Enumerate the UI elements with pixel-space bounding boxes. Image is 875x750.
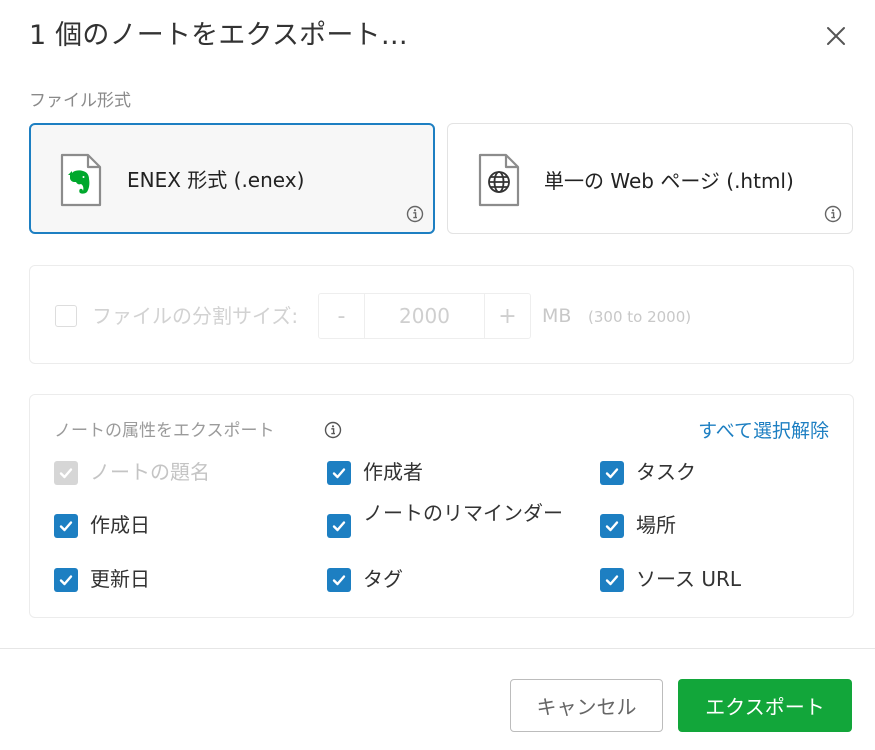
checkmark-icon [605, 521, 619, 532]
dialog-title: 1 個のノートをエクスポート… [29, 20, 408, 51]
attribute-note-title: ノートの題名 [54, 458, 304, 488]
checkbox-checked[interactable] [327, 514, 351, 538]
export-dialog: 1 個のノートをエクスポート… ファイル形式 ENEX 形式 (.enex) 単… [0, 0, 875, 750]
checkbox-checked[interactable] [600, 568, 624, 592]
split-size-checkbox[interactable] [55, 305, 77, 327]
attribute-label: タスク [636, 460, 696, 484]
attributes-panel: ノートの属性をエクスポート すべて選択解除 ノートの題名 作成日 更新日 作成者… [29, 394, 854, 618]
attribute-label: 場所 [636, 513, 676, 537]
checkmark-icon [59, 575, 73, 586]
attribute-tags[interactable]: タグ [327, 565, 567, 595]
split-size-range: (300 to 2000) [588, 308, 692, 326]
attribute-label: タグ [363, 567, 403, 591]
attribute-label: 作成者 [363, 460, 423, 484]
checkbox-checked[interactable] [54, 514, 78, 538]
deselect-all-link[interactable]: すべて選択解除 [698, 418, 829, 444]
checkmark-icon [332, 521, 346, 532]
format-option-enex-label: ENEX 形式 (.enex) [127, 168, 305, 192]
split-size-label: ファイルの分割サイズ: [92, 304, 299, 328]
attribute-label: ノートの題名 [90, 460, 210, 484]
split-size-unit: MB [542, 305, 572, 327]
attribute-source-url[interactable]: ソース URL [600, 565, 830, 595]
footer-divider [0, 648, 875, 649]
export-button[interactable]: エクスポート [678, 679, 852, 732]
attribute-label: ノートのリマインダー [363, 501, 563, 525]
checkmark-icon [605, 468, 619, 479]
checkmark-icon [605, 575, 619, 586]
increment-button[interactable]: + [484, 294, 530, 338]
file-format-label: ファイル形式 [29, 91, 131, 111]
checkmark-icon [332, 468, 346, 479]
attribute-updated-date[interactable]: 更新日 [54, 565, 304, 595]
checkbox-checked [54, 461, 78, 485]
attribute-label: 更新日 [90, 567, 150, 591]
attribute-created-date[interactable]: 作成日 [54, 511, 304, 541]
decrement-button[interactable]: - [319, 294, 365, 338]
checkbox-checked[interactable] [327, 568, 351, 592]
attribute-location[interactable]: 場所 [600, 511, 830, 541]
globe-file-icon [478, 153, 520, 207]
split-size-stepper: - 2000 + [318, 293, 531, 339]
attribute-label: ソース URL [636, 567, 742, 591]
close-button[interactable] [818, 18, 854, 54]
attribute-label: 作成日 [90, 513, 150, 537]
attribute-tasks[interactable]: タスク [600, 458, 830, 488]
checkbox-checked[interactable] [600, 514, 624, 538]
checkbox-checked[interactable] [327, 461, 351, 485]
cancel-button[interactable]: キャンセル [510, 679, 663, 732]
format-option-enex[interactable]: ENEX 形式 (.enex) [29, 123, 435, 234]
checkbox-checked[interactable] [54, 568, 78, 592]
checkmark-icon [332, 575, 346, 586]
checkmark-icon [59, 468, 73, 479]
close-icon [827, 27, 845, 45]
evernote-file-icon [60, 153, 102, 207]
info-icon[interactable] [406, 205, 424, 223]
split-size-value[interactable]: 2000 [365, 294, 484, 338]
checkbox-checked[interactable] [600, 461, 624, 485]
split-size-panel: ファイルの分割サイズ: - 2000 + MB (300 to 2000) [29, 265, 854, 364]
info-icon[interactable] [324, 421, 342, 439]
format-option-html-label: 単一の Web ページ (.html) [544, 169, 794, 193]
info-icon[interactable] [824, 205, 842, 223]
format-option-html[interactable]: 単一の Web ページ (.html) [447, 123, 853, 234]
attribute-author[interactable]: 作成者 [327, 458, 567, 488]
checkmark-icon [59, 521, 73, 532]
attribute-note-reminder[interactable]: ノートのリマインダー [327, 501, 567, 541]
attributes-title: ノートの属性をエクスポート [54, 421, 275, 441]
